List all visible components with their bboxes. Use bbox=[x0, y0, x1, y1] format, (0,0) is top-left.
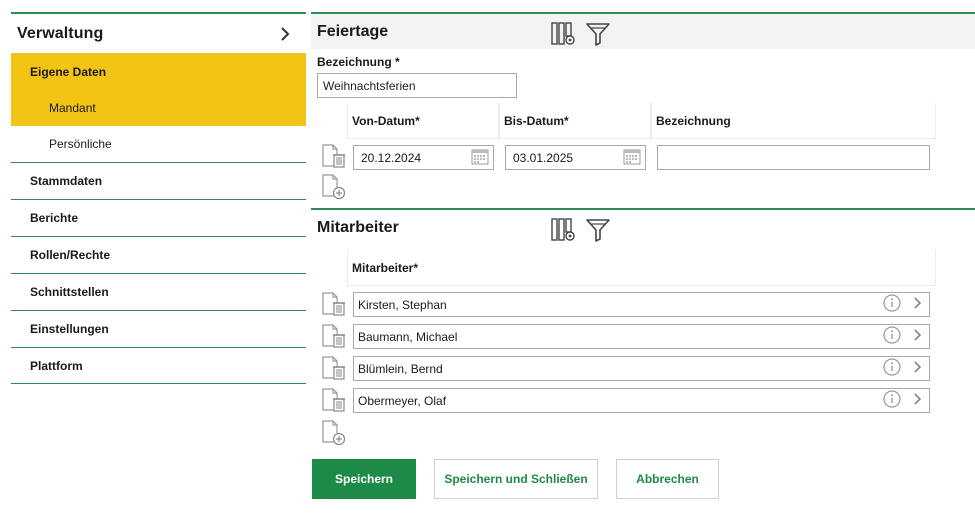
filter-icon[interactable] bbox=[585, 217, 611, 243]
mitarbeiter-grid-header: Mitarbeiter* bbox=[347, 250, 936, 286]
sidebar-item-eigene-daten[interactable]: Eigene Daten bbox=[11, 53, 306, 90]
column-settings-icon[interactable] bbox=[551, 217, 577, 243]
bezeichnung-input[interactable]: Weihnachtsferien bbox=[317, 73, 517, 98]
save-close-button[interactable]: Speichern und Schließen bbox=[434, 459, 598, 499]
delete-row-icon[interactable] bbox=[321, 356, 347, 382]
sidebar-item-label: Berichte bbox=[30, 211, 79, 225]
sidebar-item-label: Schnittstellen bbox=[30, 285, 109, 299]
info-icon[interactable] bbox=[883, 326, 901, 347]
delete-row-icon[interactable] bbox=[321, 324, 347, 350]
column-settings-icon[interactable] bbox=[551, 21, 577, 47]
sidebar-item-rollen-rechte[interactable]: Rollen/Rechte bbox=[11, 236, 306, 273]
toolbar bbox=[551, 217, 611, 243]
feiertage-section-header: Feiertage bbox=[311, 12, 975, 49]
info-icon[interactable] bbox=[883, 358, 901, 379]
section-title: Mitarbeiter bbox=[317, 218, 399, 236]
sidebar-item-label: Persönliche bbox=[49, 137, 112, 151]
employee-field[interactable]: Obermeyer, Olaf bbox=[353, 388, 930, 413]
calendar-icon[interactable] bbox=[623, 147, 641, 168]
von-datum-input[interactable]: 20.12.2024 bbox=[353, 145, 494, 170]
sidebar-title: Verwaltung bbox=[17, 24, 104, 42]
chevron-right-icon[interactable] bbox=[913, 392, 923, 409]
sidebar-item-label: Eigene Daten bbox=[30, 64, 107, 79]
delete-row-icon[interactable] bbox=[321, 292, 347, 318]
employee-name: Blümlein, Bernd bbox=[358, 361, 443, 376]
filter-icon[interactable] bbox=[585, 21, 611, 47]
add-row-icon[interactable] bbox=[321, 174, 347, 200]
sidebar-item-label: Mandant bbox=[49, 101, 96, 115]
info-icon[interactable] bbox=[883, 390, 901, 411]
employee-field[interactable]: Baumann, Michael bbox=[353, 324, 930, 349]
chevron-right-icon[interactable] bbox=[913, 328, 923, 345]
sidebar-item-stammdaten[interactable]: Stammdaten bbox=[11, 162, 306, 199]
sidebar-header[interactable]: Verwaltung bbox=[11, 12, 306, 53]
column-header-bezeichnung[interactable]: Bezeichnung bbox=[651, 103, 936, 139]
chevron-right-icon[interactable] bbox=[278, 26, 292, 41]
sidebar-item-einstellungen[interactable]: Einstellungen bbox=[11, 310, 306, 347]
toolbar bbox=[551, 21, 611, 47]
sidebar-item-persoenliche[interactable]: Persönliche bbox=[11, 126, 306, 162]
cancel-button[interactable]: Abbrechen bbox=[616, 459, 719, 499]
info-icon[interactable] bbox=[883, 294, 901, 315]
save-button[interactable]: Speichern bbox=[312, 459, 416, 499]
employee-name: Kirsten, Stephan bbox=[358, 297, 447, 312]
column-header-von-datum[interactable]: Von-Datum* bbox=[347, 103, 499, 139]
column-header-bis-datum[interactable]: Bis-Datum* bbox=[499, 103, 651, 139]
sidebar: Verwaltung Eigene Daten Mandant Persönli… bbox=[11, 12, 306, 384]
sidebar-item-schnittstellen[interactable]: Schnittstellen bbox=[11, 273, 306, 310]
sidebar-item-label: Plattform bbox=[30, 358, 83, 373]
main-content: Feiertage Bezeichnung * Weihnachtsferien… bbox=[311, 12, 975, 499]
sidebar-item-label: Rollen/Rechte bbox=[30, 248, 111, 262]
section-title: Feiertage bbox=[317, 22, 389, 40]
delete-row-icon[interactable] bbox=[321, 388, 347, 414]
mitarbeiter-section-header: Mitarbeiter bbox=[311, 208, 975, 245]
calendar-icon[interactable] bbox=[471, 147, 489, 168]
column-header-mitarbeiter[interactable]: Mitarbeiter* bbox=[347, 250, 936, 286]
bezeichnung-label: Bezeichnung * bbox=[317, 55, 400, 69]
employee-field[interactable]: Kirsten, Stephan bbox=[353, 292, 930, 317]
employee-name: Baumann, Michael bbox=[358, 329, 458, 344]
bezeichnung-value: Weihnachtsferien bbox=[323, 78, 416, 93]
sidebar-item-plattform[interactable]: Plattform bbox=[11, 347, 306, 384]
delete-row-icon[interactable] bbox=[321, 144, 347, 170]
von-datum-value: 20.12.2024 bbox=[361, 150, 422, 165]
employee-name: Obermeyer, Olaf bbox=[358, 393, 447, 408]
sidebar-item-berichte[interactable]: Berichte bbox=[11, 199, 306, 236]
sidebar-item-label: Stammdaten bbox=[30, 174, 103, 188]
bis-datum-value: 03.01.2025 bbox=[513, 150, 574, 165]
sidebar-item-mandant[interactable]: Mandant bbox=[11, 90, 306, 126]
employee-field[interactable]: Blümlein, Bernd bbox=[353, 356, 930, 381]
row-bezeichnung-input[interactable] bbox=[657, 145, 930, 170]
chevron-right-icon[interactable] bbox=[913, 360, 923, 377]
bis-datum-input[interactable]: 03.01.2025 bbox=[505, 145, 646, 170]
chevron-right-icon[interactable] bbox=[913, 296, 923, 313]
feiertage-grid-header: Von-Datum* Bis-Datum* Bezeichnung bbox=[347, 103, 936, 139]
sidebar-item-label: Einstellungen bbox=[30, 322, 109, 336]
add-row-icon[interactable] bbox=[321, 420, 347, 446]
